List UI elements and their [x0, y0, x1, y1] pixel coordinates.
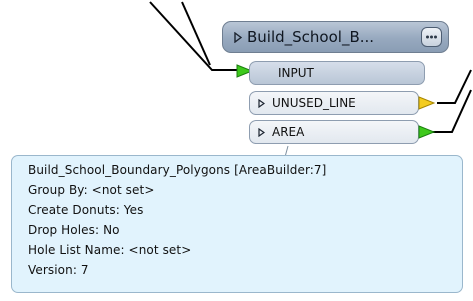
more-options-button[interactable] [421, 27, 442, 47]
tooltip-drop-holes: Drop Holes: No [28, 223, 120, 237]
unused-line-connector-arrow-icon[interactable] [418, 96, 436, 110]
transformer-title: Build_School_B... [247, 28, 375, 46]
area-connector-arrow-icon[interactable] [418, 125, 436, 139]
input-port-label: INPUT [278, 66, 314, 80]
unused-line-port-label: UNUSED_LINE [272, 96, 356, 110]
tooltip-create-donuts: Create Donuts: Yes [28, 203, 144, 217]
ellipsis-icon [426, 35, 437, 39]
port-expand-triangle-icon[interactable] [258, 128, 265, 137]
unused-line-connection[interactable] [437, 69, 472, 104]
area-port-label: AREA [272, 125, 305, 139]
area-port[interactable]: AREA [249, 120, 419, 144]
unused-line-port[interactable]: UNUSED_LINE [249, 91, 419, 115]
tooltip-transformer-name: Build_School_Boundary_Polygons [AreaBuil… [28, 163, 327, 177]
transformer-tooltip: Build_School_Boundary_Polygons [AreaBuil… [11, 155, 463, 293]
tooltip-version: Version: 7 [28, 263, 89, 277]
incoming-connection-line-2[interactable] [181, 1, 211, 66]
input-port[interactable]: INPUT [249, 61, 425, 85]
transformer-header[interactable]: Build_School_B... [222, 21, 449, 53]
tooltip-hole-list-name: Hole List Name: <not set> [28, 243, 192, 257]
expand-triangle-icon[interactable] [234, 32, 242, 43]
tooltip-group-by: Group By: <not set> [28, 183, 155, 197]
port-expand-triangle-icon[interactable] [258, 99, 265, 108]
area-connection-line[interactable] [433, 89, 472, 133]
